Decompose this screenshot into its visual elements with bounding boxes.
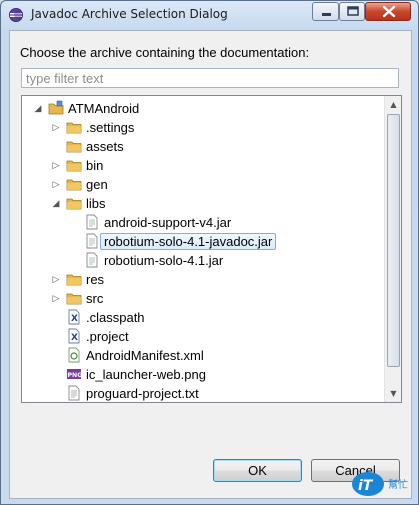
jar-file-icon <box>84 233 100 249</box>
expanded-arrow-icon[interactable]: ◢ <box>32 99 44 118</box>
tree-item-label: proguard-project.txt <box>86 386 199 401</box>
tree-item-label: .project <box>86 329 129 344</box>
tree-item[interactable]: android-support-v4.jar <box>22 213 387 232</box>
tree-item-label: gen <box>86 177 108 192</box>
tree-item-label: robotium-solo-4.1.jar <box>104 253 224 268</box>
collapsed-arrow-icon[interactable]: ▷ <box>50 118 62 137</box>
dialog-prompt: Choose the archive containing the docume… <box>20 45 310 60</box>
svg-text:PNG: PNG <box>68 372 83 379</box>
jar-file-icon <box>84 252 100 268</box>
maximize-button[interactable] <box>339 2 365 21</box>
manifest-file-icon <box>66 347 82 363</box>
tree-item-label: robotium-solo-4.1-javadoc.jar <box>100 233 277 250</box>
xml-file-icon: X <box>66 328 82 344</box>
tree-item[interactable]: X .project <box>22 327 387 346</box>
svg-text:X: X <box>71 314 78 324</box>
folder-icon <box>66 138 82 154</box>
tree-item[interactable]: assets <box>22 137 387 156</box>
tree-item[interactable]: ▷ gen <box>22 175 387 194</box>
folder-icon <box>66 119 82 135</box>
tree-item-label: res <box>86 272 105 287</box>
tree-item-label: bin <box>86 158 104 173</box>
svg-text:X: X <box>71 333 78 343</box>
text-file-icon <box>66 385 82 401</box>
tree-item-label: android-support-v4.jar <box>104 215 232 230</box>
folder-icon <box>66 157 82 173</box>
xml-file-icon: X <box>66 309 82 325</box>
ok-button[interactable]: OK <box>213 459 302 482</box>
folder-icon <box>66 271 82 287</box>
jar-file-icon <box>84 214 100 230</box>
tree-item-label: src <box>86 291 104 306</box>
scroll-down-icon[interactable]: ▼ <box>385 385 401 402</box>
tree-item-label: .classpath <box>86 310 145 325</box>
tree-item-label: ATMAndroid <box>68 101 140 116</box>
tree-item[interactable]: proguard-project.txt <box>22 384 387 402</box>
tree-item[interactable]: robotium-solo-4.1-javadoc.jar <box>22 232 387 251</box>
tree-item[interactable]: AndroidManifest.xml <box>22 346 387 365</box>
project-icon <box>48 100 64 116</box>
tree-item[interactable]: ▷ .settings <box>22 118 387 137</box>
tree-item[interactable]: X .classpath <box>22 308 387 327</box>
tree-item-label: libs <box>86 196 106 211</box>
minimize-icon <box>322 13 331 16</box>
filter-input[interactable] <box>21 68 399 88</box>
tree-item-label: AndroidManifest.xml <box>86 348 204 363</box>
title-bar[interactable]: Javadoc Archive Selection Dialog <box>1 1 418 29</box>
dialog-content: Choose the archive containing the docume… <box>9 30 412 499</box>
dialog-window: Javadoc Archive Selection Dialog Choose … <box>0 0 419 505</box>
tree-item[interactable]: ▷ res <box>22 270 387 289</box>
tree-item-label: .settings <box>86 120 135 135</box>
svg-text:iT: iT <box>358 478 374 494</box>
close-icon <box>382 5 396 18</box>
collapsed-arrow-icon[interactable]: ▷ <box>50 175 62 194</box>
collapsed-arrow-icon[interactable]: ▷ <box>50 289 62 308</box>
window-title: Javadoc Archive Selection Dialog <box>31 7 228 21</box>
scroll-up-icon[interactable]: ▲ <box>385 96 401 113</box>
tree-item[interactable]: PNG ic_launcher-web.png <box>22 365 387 384</box>
tree-item[interactable]: ◢ ATMAndroid <box>22 99 387 118</box>
tree-item[interactable]: ◢ libs <box>22 194 387 213</box>
eclipse-app-icon <box>9 8 23 22</box>
vertical-scrollbar[interactable]: ▲ ▼ <box>384 96 401 402</box>
tree-item-label: ic_launcher-web.png <box>86 367 206 382</box>
folder-icon <box>66 290 82 306</box>
scrollbar-thumb[interactable] <box>387 114 400 367</box>
svg-text:幫忙: 幫忙 <box>388 478 408 491</box>
tree-item[interactable]: ▷ src <box>22 289 387 308</box>
tree-item-label: assets <box>86 139 124 154</box>
folder-icon <box>66 176 82 192</box>
tree-item[interactable]: robotium-solo-4.1.jar <box>22 251 387 270</box>
archive-tree[interactable]: ◢ ATMAndroid ▷ .settings assets ▷ bin ▷ gen ◢ libs… <box>21 95 402 403</box>
expanded-arrow-icon[interactable]: ◢ <box>50 194 62 213</box>
ithelp-watermark-logo: iT 幫忙 <box>352 472 408 496</box>
maximize-icon <box>347 6 359 16</box>
png-file-icon: PNG <box>66 366 82 382</box>
tree-item[interactable]: ▷ bin <box>22 156 387 175</box>
close-button[interactable] <box>365 2 411 21</box>
minimize-button[interactable] <box>312 2 339 21</box>
collapsed-arrow-icon[interactable]: ▷ <box>50 270 62 289</box>
collapsed-arrow-icon[interactable]: ▷ <box>50 156 62 175</box>
folder-icon <box>66 195 82 211</box>
